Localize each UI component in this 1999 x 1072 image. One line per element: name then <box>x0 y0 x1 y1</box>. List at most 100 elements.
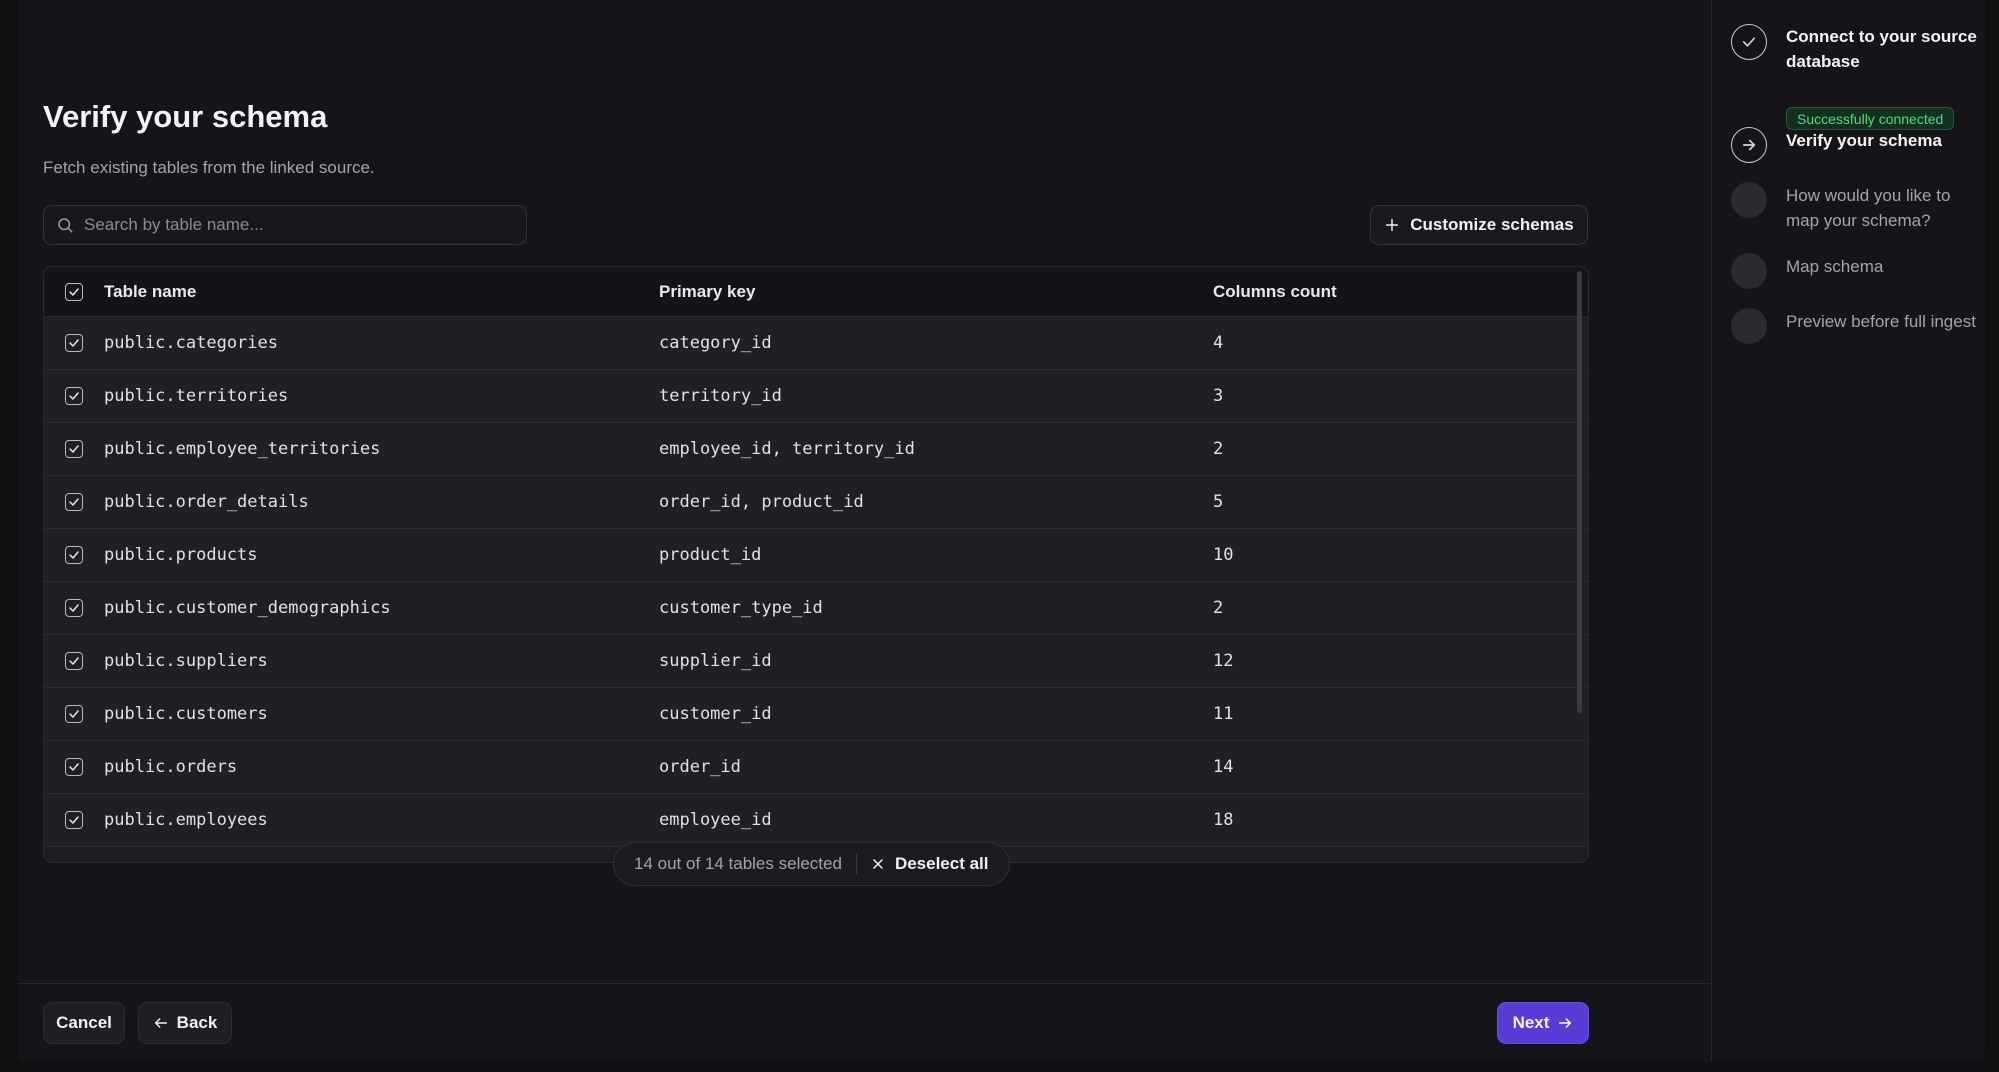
row-checkbox[interactable] <box>65 546 83 564</box>
plus-icon <box>1386 218 1399 232</box>
row-checkbox[interactable] <box>65 599 83 617</box>
deselect-all-button[interactable]: Deselect all <box>871 854 989 874</box>
progress-stepper: Connect to your source database Successf… <box>1731 0 1985 1062</box>
table-name-cell: public.orders <box>104 757 238 777</box>
table-name-cell: public.categories <box>104 333 278 353</box>
row-checkbox[interactable] <box>65 705 83 723</box>
arrow-right-icon <box>1559 1018 1572 1028</box>
search-box[interactable] <box>43 205 527 245</box>
row-checkbox[interactable] <box>65 758 83 776</box>
columns-count-cell: 18 <box>1213 810 1234 830</box>
table-header: Table name Primary key Columns count <box>44 267 1588 317</box>
step-complete-indicator <box>1731 24 1767 60</box>
columns-count-cell: 12 <box>1213 651 1234 671</box>
step-label: Verify your schema <box>1786 131 1942 150</box>
step-pending-indicator <box>1731 308 1767 344</box>
table-name-cell: public.employee_territories <box>104 439 381 459</box>
table-name-cell: public.products <box>104 545 258 565</box>
check-icon <box>69 604 79 612</box>
check-icon <box>69 710 79 718</box>
primary-key-cell: order_id <box>659 757 741 777</box>
primary-key-cell: territory_id <box>659 386 782 406</box>
main-panel: Verify your schema Fetch existing tables… <box>18 0 1712 1062</box>
arrow-right-icon <box>1742 139 1756 151</box>
check-icon <box>69 445 79 453</box>
primary-key-cell: customer_type_id <box>659 598 823 618</box>
step-current-indicator <box>1731 127 1767 163</box>
page-title: Verify your schema <box>43 99 328 134</box>
status-badge: Successfully connected <box>1786 107 1955 130</box>
search-input[interactable] <box>84 215 514 235</box>
check-icon <box>69 392 79 400</box>
next-button[interactable]: Next <box>1497 1002 1589 1044</box>
page-subtitle: Fetch existing tables from the linked so… <box>43 158 375 177</box>
primary-key-cell: employee_id <box>659 810 772 830</box>
check-icon <box>69 763 79 771</box>
columns-count-cell: 10 <box>1213 545 1234 565</box>
step-label: Connect to your source database <box>1786 27 1977 71</box>
columns-count-cell: 2 <box>1213 598 1224 618</box>
row-checkbox[interactable] <box>65 387 83 405</box>
back-button[interactable]: Back <box>138 1002 232 1044</box>
row-checkbox[interactable] <box>65 334 83 352</box>
check-icon <box>69 816 79 824</box>
check-icon <box>69 339 79 347</box>
row-checkbox[interactable] <box>65 652 83 670</box>
table-scrollbar[interactable] <box>1577 271 1582 713</box>
check-icon <box>69 657 79 665</box>
check-icon <box>1742 37 1756 47</box>
table-row[interactable]: public.products product_id 10 <box>44 529 1588 582</box>
cancel-button[interactable]: Cancel <box>43 1002 125 1044</box>
step-pending-indicator <box>1731 253 1767 289</box>
table-name-cell: public.order_details <box>104 492 309 512</box>
selection-count: 14 out of 14 tables selected <box>634 854 842 873</box>
table-row[interactable]: public.employee_territories employee_id,… <box>44 423 1588 476</box>
primary-key-cell: customer_id <box>659 704 772 724</box>
back-label: Back <box>176 1013 218 1032</box>
table-row[interactable]: public.customers customer_id 11 <box>44 688 1588 741</box>
primary-key-cell: order_id, product_id <box>659 492 864 512</box>
check-icon <box>69 287 79 296</box>
table-name-cell: public.suppliers <box>104 651 268 671</box>
columns-count-cell: 3 <box>1213 386 1224 406</box>
table-row[interactable]: public.customer_demographics customer_ty… <box>44 582 1588 635</box>
tables-table: Table name Primary key Columns count pub… <box>43 266 1589 863</box>
step-pending-indicator <box>1731 182 1767 218</box>
step-label: Preview before full ingest <box>1786 312 1976 331</box>
primary-key-cell: employee_id, territory_id <box>659 439 915 459</box>
next-label: Next <box>1512 1013 1550 1032</box>
selection-bar: 14 out of 14 tables selected Deselect al… <box>613 842 1010 886</box>
primary-key-cell: category_id <box>659 333 772 353</box>
arrow-left-icon <box>154 1018 167 1028</box>
divider <box>855 854 857 874</box>
check-icon <box>69 498 79 506</box>
table-row[interactable]: public.territories territory_id 3 <box>44 370 1588 423</box>
step-label: Map schema <box>1786 257 1884 276</box>
table-row[interactable]: public.employees employee_id 18 <box>44 794 1588 847</box>
column-header-primary-key[interactable]: Primary key <box>659 282 1213 302</box>
customize-schemas-button[interactable]: Customize schemas <box>1370 205 1588 245</box>
table-name-cell: public.employees <box>104 810 268 830</box>
step-label: How would you like to map your schema? <box>1786 186 1951 230</box>
table-name-cell: public.customers <box>104 704 268 724</box>
primary-key-cell: supplier_id <box>659 651 772 671</box>
select-all-checkbox[interactable] <box>65 282 83 301</box>
table-row[interactable]: public.orders order_id 14 <box>44 741 1588 794</box>
columns-count-cell: 11 <box>1213 704 1234 724</box>
table-name-cell: public.territories <box>104 386 289 406</box>
column-header-table-name[interactable]: Table name <box>104 282 659 302</box>
row-checkbox[interactable] <box>65 440 83 458</box>
customize-schemas-label: Customize schemas <box>1410 215 1574 234</box>
close-icon <box>873 859 883 869</box>
columns-count-cell: 14 <box>1213 757 1234 777</box>
row-checkbox[interactable] <box>65 493 83 511</box>
table-row[interactable]: public.categories category_id 4 <box>44 317 1588 370</box>
columns-count-cell: 2 <box>1213 439 1224 459</box>
footer-bar: Cancel Back Next <box>18 983 1712 1062</box>
row-checkbox[interactable] <box>65 811 83 829</box>
app-window: Verify your schema Fetch existing tables… <box>18 0 1985 1062</box>
table-row[interactable]: public.order_details order_id, product_i… <box>44 476 1588 529</box>
primary-key-cell: product_id <box>659 545 762 565</box>
table-row[interactable]: public.suppliers supplier_id 12 <box>44 635 1588 688</box>
column-header-columns-count[interactable]: Columns count <box>1213 282 1583 302</box>
